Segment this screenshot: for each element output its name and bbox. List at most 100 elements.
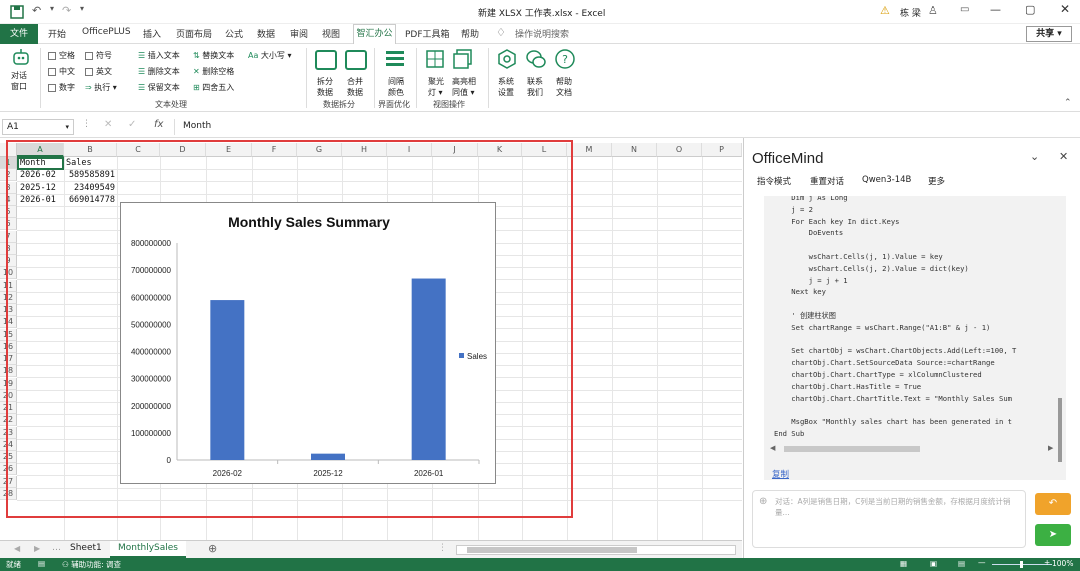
cancel-icon[interactable]: ✕ — [104, 119, 112, 130]
attach-icon[interactable]: ⊕ — [759, 496, 767, 507]
y-tick-label: 0 — [167, 456, 172, 465]
stripes-icon — [386, 51, 404, 66]
tab-officeplus[interactable]: OfficePLUS — [82, 27, 131, 37]
column-header[interactable]: M — [567, 143, 612, 157]
send-button[interactable]: ➤ — [1035, 524, 1071, 546]
checkbox-chinese[interactable]: 中文 — [48, 66, 75, 77]
add-sheet-icon[interactable]: ⊕ — [208, 542, 217, 555]
tab-smart-office[interactable]: 智汇办公 — [353, 24, 396, 44]
collapse-ribbon-icon[interactable]: ⌃ — [1064, 98, 1072, 108]
tab-help[interactable]: 帮助 — [461, 27, 479, 40]
copy-link[interactable]: 复制 — [772, 468, 789, 480]
maximize-icon[interactable]: ▢ — [1025, 3, 1035, 16]
enter-icon[interactable]: ✓ — [128, 119, 136, 130]
tab-file[interactable]: 文件 — [0, 24, 38, 44]
bar-2026-02 — [210, 300, 245, 460]
chart[interactable]: Monthly Sales Summary 800000000 700000000… — [120, 202, 496, 484]
share-button[interactable]: 共享 ▾ — [1026, 26, 1072, 42]
sheet-tab-sheet1[interactable]: Sheet1 — [70, 543, 102, 553]
column-header[interactable]: P — [702, 143, 742, 157]
formula-input[interactable]: Month — [174, 119, 1074, 135]
tab-home[interactable]: 开始 — [48, 27, 66, 40]
user-name[interactable]: 栋 梁 — [900, 6, 921, 19]
panel-close-icon[interactable]: ✕ — [1059, 150, 1068, 163]
close-icon[interactable]: ✕ — [1060, 2, 1070, 16]
group-label-view: 视图操作 — [433, 100, 465, 109]
y-tick-label: 200000000 — [131, 402, 172, 411]
prev-sheet-icon[interactable]: ◀ — [14, 544, 20, 553]
menu-model[interactable]: Qwen3-14B — [862, 175, 911, 185]
search-hint[interactable]: 操作说明搜索 — [515, 27, 569, 40]
undo-icon[interactable]: ↶ — [32, 4, 41, 17]
code-line: j = 2 — [774, 204, 813, 214]
page-break-icon[interactable]: ▤ — [958, 559, 965, 568]
tab-review[interactable]: 审阅 — [290, 27, 308, 40]
panel-scrollbar[interactable] — [1058, 398, 1062, 462]
help-doc-button[interactable]: ? 帮助 文档 — [554, 48, 580, 97]
column-header[interactable]: O — [657, 143, 702, 157]
checkbox-english[interactable]: 英文 — [85, 66, 112, 77]
split-grip-icon[interactable]: ⋮ — [438, 543, 447, 553]
case-button[interactable]: Aa 大小写 ▾ — [248, 50, 291, 61]
execute-button[interactable]: ⇒ 执行 ▾ — [85, 82, 117, 93]
macro-icon[interactable]: ▤ — [38, 559, 45, 568]
zoom-level[interactable]: 100% — [1052, 559, 1073, 568]
replace-text-button[interactable]: ⇅ 替换文本 — [193, 50, 234, 61]
contact-us-button[interactable]: 联系 我们 — [525, 48, 551, 97]
sheet-tab-monthlysales[interactable]: MonthlySales — [110, 541, 186, 558]
checkbox-symbol[interactable]: 符号 — [85, 50, 112, 61]
panel-options-icon[interactable]: ⌄ — [1030, 150, 1039, 163]
name-box[interactable]: A1 ▾ — [2, 119, 74, 135]
spotlight-button[interactable]: 聚光 灯 ▾ — [424, 48, 450, 97]
system-settings-button[interactable]: 系统 设置 — [496, 48, 522, 97]
function-icon[interactable]: fx — [154, 119, 163, 130]
split-data-button[interactable]: 拆分 数据 — [313, 48, 339, 97]
more-sheets-icon[interactable]: … — [52, 543, 61, 553]
menu-command-mode[interactable]: 指令模式 — [757, 175, 791, 187]
customize-icon[interactable]: ▾ — [80, 4, 84, 13]
grip-icon: ⋮ — [82, 119, 91, 129]
code-line: End Sub — [774, 429, 805, 438]
insert-text-button[interactable]: ☰ 插入文本 — [138, 50, 180, 61]
next-sheet-icon[interactable]: ▶ — [34, 544, 40, 553]
delete-space-button[interactable]: ✕ 删除空格 — [193, 66, 234, 77]
scroll-left-icon[interactable]: ◀ — [770, 444, 775, 452]
keep-text-button[interactable]: ☰ 保留文本 — [138, 82, 180, 93]
redo-icon[interactable]: ↷ — [62, 4, 71, 17]
menu-more[interactable]: 更多 — [928, 175, 945, 187]
minimize-icon[interactable]: — — [990, 3, 1001, 16]
dialog-window-button[interactable]: 对话 窗口 — [8, 48, 34, 92]
tab-page-layout[interactable]: 页面布局 — [176, 27, 212, 40]
accessibility-status[interactable]: ⚇ 辅助功能: 调查 — [62, 559, 121, 570]
interrupt-button[interactable]: ↶ — [1035, 493, 1071, 515]
interval-color-button[interactable]: 间隔 颜色 — [384, 48, 410, 97]
horizontal-scrollbar[interactable] — [456, 545, 736, 555]
dropdown-icon[interactable]: ▾ — [50, 4, 54, 13]
user-icon[interactable]: ♙ — [928, 4, 938, 17]
tab-pdf-tools[interactable]: PDF工具箱 — [405, 27, 450, 40]
page-layout-icon[interactable]: ▣ — [930, 559, 937, 568]
tab-view[interactable]: 视图 — [322, 27, 340, 40]
zoom-out-icon[interactable]: — — [978, 558, 986, 567]
merge-data-button[interactable]: 合并 数据 — [343, 48, 369, 97]
tab-data[interactable]: 数据 — [257, 27, 275, 40]
highlight-same-button[interactable]: 高亮相 同值 ▾ — [452, 48, 482, 97]
zoom-in-icon[interactable]: + — [1044, 558, 1050, 567]
code-horizontal-scrollbar[interactable] — [784, 446, 920, 452]
tab-insert[interactable]: 插入 — [143, 27, 161, 40]
checkbox-number[interactable]: 数字 — [48, 82, 75, 93]
menu-reset-chat[interactable]: 重置对话 — [810, 175, 844, 187]
ribbon-display-icon[interactable]: ▭ — [960, 4, 969, 15]
save-icon[interactable] — [10, 5, 24, 19]
lightbulb-icon: ♢ — [496, 26, 506, 39]
round-button[interactable]: ⊞ 四舍五入 — [193, 82, 234, 93]
code-block: Dim j As Long j = 2 For Each key In dict… — [764, 196, 1066, 480]
scroll-right-icon[interactable]: ▶ — [1048, 444, 1053, 452]
delete-text-button[interactable]: ☰ 删除文本 — [138, 66, 180, 77]
checkbox-space[interactable]: 空格 — [48, 50, 75, 61]
normal-view-icon[interactable]: ▦ — [900, 559, 907, 568]
tab-formulas[interactable]: 公式 — [225, 27, 243, 40]
column-header[interactable]: N — [612, 143, 657, 157]
chat-input[interactable]: ⊕ 对话：A列是销售日期，C列是当前日期的销售金额，存根据月度统计销量... — [752, 490, 1026, 548]
zoom-slider[interactable] — [992, 561, 1052, 568]
